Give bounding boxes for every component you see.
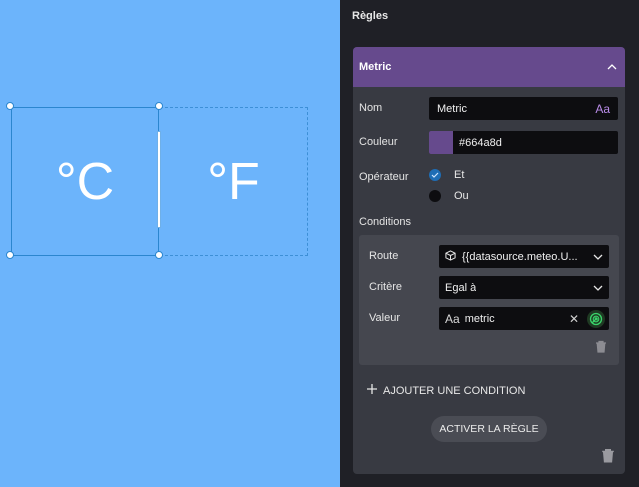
route-value: {{datasource.meteo.U... [462,250,578,263]
name-field[interactable]: Metric Aa [429,97,618,120]
fahrenheit-label: °F [207,152,260,211]
celsius-text-widget[interactable]: °C [11,107,159,256]
criterion-select[interactable]: Egal à [439,276,609,299]
color-label: Couleur [359,136,398,148]
operator-label: Opérateur [359,171,409,183]
operator-option-et[interactable]: Et [429,169,464,181]
route-select[interactable]: {{datasource.meteo.U... [439,245,609,268]
rule-title: Metric [359,61,392,73]
name-value: Metric [437,102,467,115]
chevron-down-icon [593,251,603,263]
panel-title: Règles [352,10,389,22]
color-value: #664a8d [459,136,502,149]
name-label: Nom [359,102,383,114]
value-value: metric [464,312,495,325]
criterion-value: Egal à [445,281,477,294]
value-field[interactable]: Aa metric ✕ [439,307,609,330]
value-label: Valeur [369,312,400,324]
text-style-icon[interactable]: Aa [595,102,610,116]
color-swatch[interactable] [429,131,453,154]
plus-icon [367,384,377,397]
chevron-down-icon [593,282,603,294]
resize-divider-handle[interactable] [157,131,161,228]
pick-target-icon[interactable] [587,309,605,328]
condition-box: Route {{datasource.meteo.U... Critère Eg… [359,235,619,365]
operator-option-ou[interactable]: Ou [429,190,469,202]
design-canvas[interactable]: °C °F [0,0,340,487]
fahrenheit-text-widget[interactable]: °F [160,107,308,256]
radio-unchecked-icon[interactable] [429,190,441,202]
text-style-icon[interactable]: Aa [445,312,460,326]
activate-rule-button[interactable]: ACTIVER LA RÈGLE [431,416,547,442]
color-field[interactable]: #664a8d [429,131,618,154]
clear-icon[interactable]: ✕ [569,312,579,326]
resize-handle-top-right[interactable] [155,102,163,110]
add-condition-label: AJOUTER UNE CONDITION [383,384,526,397]
cube-icon [445,249,456,264]
resize-handle-bottom-left[interactable] [6,251,14,259]
resize-handle-top-left[interactable] [6,102,14,110]
delete-rule-trash-icon[interactable] [601,448,615,463]
rule-card: Metric Nom Metric Aa Couleur #664a8d Opé… [353,47,625,474]
operator-ou-label: Ou [454,190,469,202]
route-label: Route [369,250,399,262]
celsius-label: °C [55,152,115,211]
add-condition-button[interactable]: AJOUTER UNE CONDITION [367,384,525,397]
operator-et-label: Et [454,169,465,181]
criterion-label: Critère [369,281,403,293]
chevron-up-icon[interactable] [605,60,619,74]
radio-checked-icon[interactable] [429,169,441,181]
rules-panel: Règles Metric Nom Metric Aa Couleur #664… [340,0,639,487]
conditions-label: Conditions [359,216,411,228]
resize-handle-bottom-right[interactable] [155,251,163,259]
delete-condition-trash-icon[interactable] [595,340,607,353]
rule-header[interactable]: Metric [353,47,625,87]
